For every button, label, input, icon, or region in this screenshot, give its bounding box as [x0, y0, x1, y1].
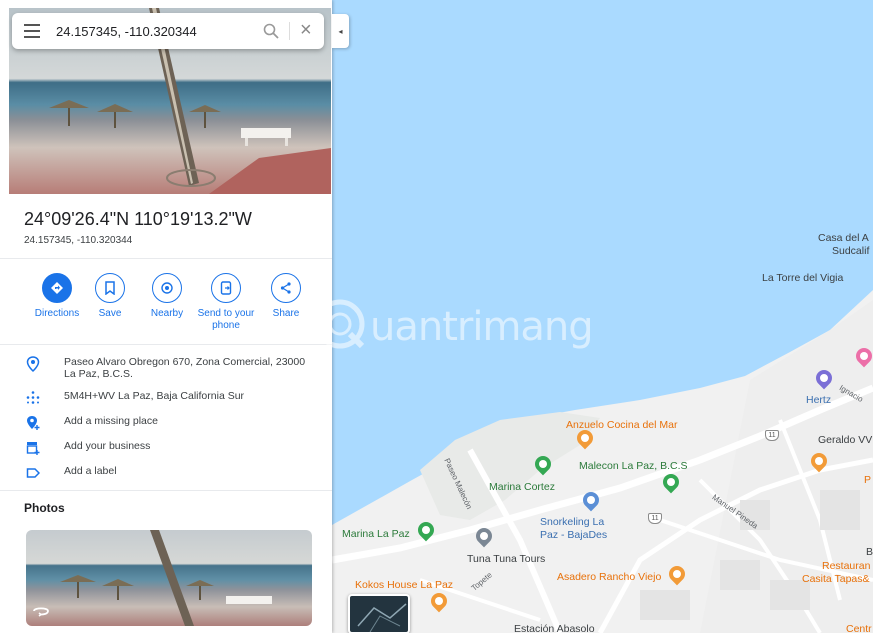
add-label-text: Add a label [64, 465, 117, 477]
map-label-marina-cortez[interactable]: Marina Cortez [489, 481, 555, 493]
map-label-kokos[interactable]: Kokos House La Paz [355, 579, 453, 591]
add-missing-place-row[interactable]: Add a missing place [0, 415, 332, 437]
search-icon[interactable] [262, 22, 280, 40]
save-label: Save [98, 308, 122, 319]
place-subtitle[interactable]: 24.157345, -110.320344 [24, 235, 132, 246]
map-label-geraldo[interactable]: Geraldo VV [818, 434, 872, 446]
place-title: 24°09'26.4"N 110°19'13.2"W [24, 209, 252, 229]
route-shield-icon: 11 [765, 430, 779, 441]
label-icon [26, 468, 40, 478]
plus-code-text: 5M4H+WV La Paz, Baja California Sur [64, 390, 245, 402]
side-panel: × 24°09'26.4"N 110°19'13.2"W 24.157345, … [0, 0, 332, 633]
send-to-phone-button[interactable]: Send to your phone [196, 273, 256, 332]
directions-label: Directions [34, 308, 80, 319]
send-to-phone-icon [211, 273, 241, 303]
map-label-restaurant-1[interactable]: Restauran [822, 560, 870, 572]
send-to-phone-label: Send to your phone [197, 308, 255, 331]
add-business-text: Add your business [64, 440, 151, 452]
route-shield-icon: 11 [648, 513, 662, 524]
directions-button[interactable]: Directions [27, 273, 87, 320]
map-label-p[interactable]: P [864, 474, 871, 486]
map-label-malecon[interactable]: Malecon La Paz, B.C.S [579, 460, 688, 472]
map-label-estacion[interactable]: Estación Abasolo [514, 623, 595, 633]
add-business-icon [26, 442, 40, 455]
map-label-hertz[interactable]: Hertz [806, 394, 831, 406]
address-text: Paseo Alvaro Obregon 670, Zona Comercial… [64, 356, 306, 380]
map-label-centr[interactable]: Centr [846, 623, 872, 633]
map-label-snorkeling-2[interactable]: Paz - BajaDes [540, 529, 607, 541]
directions-icon [42, 273, 72, 303]
bookmark-icon [95, 273, 125, 303]
plus-code-row[interactable]: 5M4H+WV La Paz, Baja California Sur [0, 390, 332, 412]
map-label-snorkeling-1[interactable]: Snorkeling La [540, 516, 604, 528]
nearby-button[interactable]: Nearby [137, 273, 197, 320]
save-button[interactable]: Save [80, 273, 140, 320]
address-row[interactable]: Paseo Alvaro Obregon 670, Zona Comercial… [0, 356, 332, 384]
add-place-icon [27, 416, 40, 430]
search-box: × [12, 13, 324, 49]
nearby-icon [152, 273, 182, 303]
map-label-restaurant-2[interactable]: Casita Tapas& [802, 573, 870, 585]
plus-code-icon [26, 391, 40, 404]
divider [0, 344, 332, 345]
search-input[interactable] [56, 13, 236, 49]
maps-app: Casa del A Sudcalif La Torre del Vigia H… [0, 0, 873, 633]
map-label-torre[interactable]: La Torre del Vigia [762, 272, 843, 284]
photos-heading: Photos [24, 501, 65, 515]
layers-toggle-button[interactable] [348, 594, 410, 633]
map-label-asadero[interactable]: Asadero Rancho Viejo [557, 571, 661, 583]
add-label-row[interactable]: Add a label [0, 465, 332, 487]
map-label-sudcalif[interactable]: Sudcalif [832, 245, 869, 257]
map-label-casa[interactable]: Casa del A [818, 232, 869, 244]
divider [0, 258, 332, 259]
share-button[interactable]: Share [256, 273, 316, 320]
share-icon [271, 273, 301, 303]
street-view-icon [33, 607, 49, 617]
divider [0, 490, 332, 491]
share-label: Share [272, 308, 300, 319]
add-missing-place-text: Add a missing place [64, 415, 158, 427]
add-business-row[interactable]: Add your business [0, 440, 332, 462]
photo-thumbnail[interactable] [26, 530, 312, 626]
map-label-marina-lapaz[interactable]: Marina La Paz [342, 528, 410, 540]
nearby-label: Nearby [150, 308, 184, 319]
menu-icon[interactable] [24, 24, 40, 38]
map-label-tuna[interactable]: Tuna Tuna Tours [467, 553, 545, 565]
map-label-b[interactable]: B [866, 546, 873, 558]
collapse-panel-button[interactable]: ◂ [332, 14, 349, 48]
close-icon[interactable]: × [300, 20, 318, 41]
search-divider [289, 22, 290, 40]
location-pin-icon [26, 356, 40, 372]
